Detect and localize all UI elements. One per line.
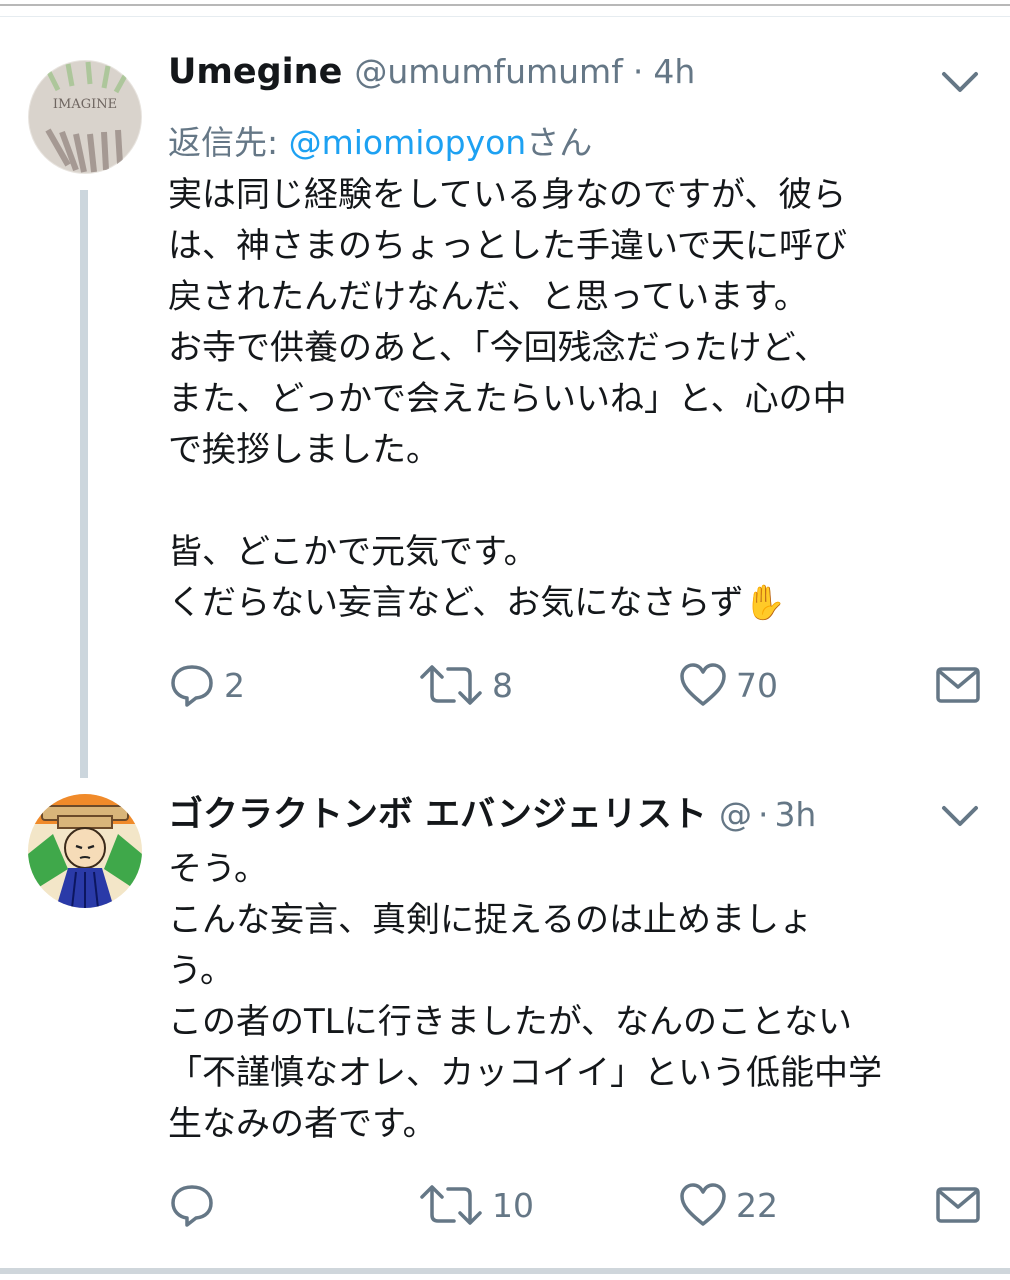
reply-to-line: 返信先: @miomiopyonさん [168, 116, 592, 164]
bottom-divider [0, 1268, 1010, 1274]
like-count: 70 [736, 665, 778, 705]
reply-button[interactable] [168, 1180, 224, 1230]
reply-icon [171, 1185, 213, 1227]
chevron-down-icon[interactable] [938, 66, 982, 96]
reply-to-prefix: 返信先: [168, 123, 289, 162]
like-count: 22 [736, 1185, 778, 1225]
top-divider-light [0, 16, 1010, 17]
reply-to-suffix: さん [526, 123, 593, 162]
like-icon [680, 1183, 726, 1226]
reply-button[interactable]: 2 [168, 660, 245, 710]
user-handle[interactable]: @umumfumumf [354, 52, 622, 91]
display-name[interactable]: ゴクラクトンボ エバンジェリスト [168, 786, 707, 837]
chevron-down-icon[interactable] [938, 800, 982, 830]
tweet-actions: 2 8 70 [168, 660, 988, 710]
tweet-text: 実は同じ経験をしている身なのですが、彼ら は、神さまのちょっとした手違いで天に呼… [168, 175, 847, 623]
top-divider [0, 4, 1010, 6]
separator: · [757, 795, 769, 834]
avatar[interactable] [28, 794, 142, 908]
tweet-header: ゴクラクトンボ エバンジェリスト @ · 3h [168, 786, 816, 846]
user-handle[interactable]: @ [719, 795, 752, 834]
reply-mention-link[interactable]: @miomiopyon [289, 123, 527, 162]
thread-connector-line [80, 190, 88, 778]
retweet-icon [420, 1185, 482, 1225]
like-button[interactable]: 70 [678, 660, 778, 710]
display-name[interactable]: Umegine [168, 52, 342, 92]
retweet-icon [420, 665, 482, 705]
retweet-button[interactable]: 8 [418, 660, 513, 710]
dm-icon [936, 1187, 980, 1223]
timestamp[interactable]: 3h [774, 795, 816, 834]
reply-icon [171, 665, 213, 707]
dm-button[interactable] [934, 660, 982, 710]
tweet-actions: 10 22 [168, 1180, 988, 1230]
like-icon [680, 663, 726, 706]
separator: · [632, 52, 644, 91]
like-button[interactable]: 22 [678, 1180, 778, 1230]
retweet-count: 10 [492, 1185, 534, 1225]
dm-button[interactable] [934, 1180, 982, 1230]
retweet-count: 8 [492, 665, 513, 705]
retweet-button[interactable]: 10 [418, 1180, 534, 1230]
dm-icon [936, 667, 980, 703]
timestamp[interactable]: 4h [653, 52, 695, 91]
reply-count: 2 [224, 665, 245, 705]
avatar[interactable]: IMAGINE [28, 60, 142, 174]
avatar-text: IMAGINE [53, 97, 117, 112]
tweet-header: Umegine @umumfumumf · 4h [168, 52, 695, 112]
tweet-text: そう。 こんな妄言、真剣に捉えるのは止めましょ う。 この者のTLに行きましたが… [168, 849, 882, 1144]
